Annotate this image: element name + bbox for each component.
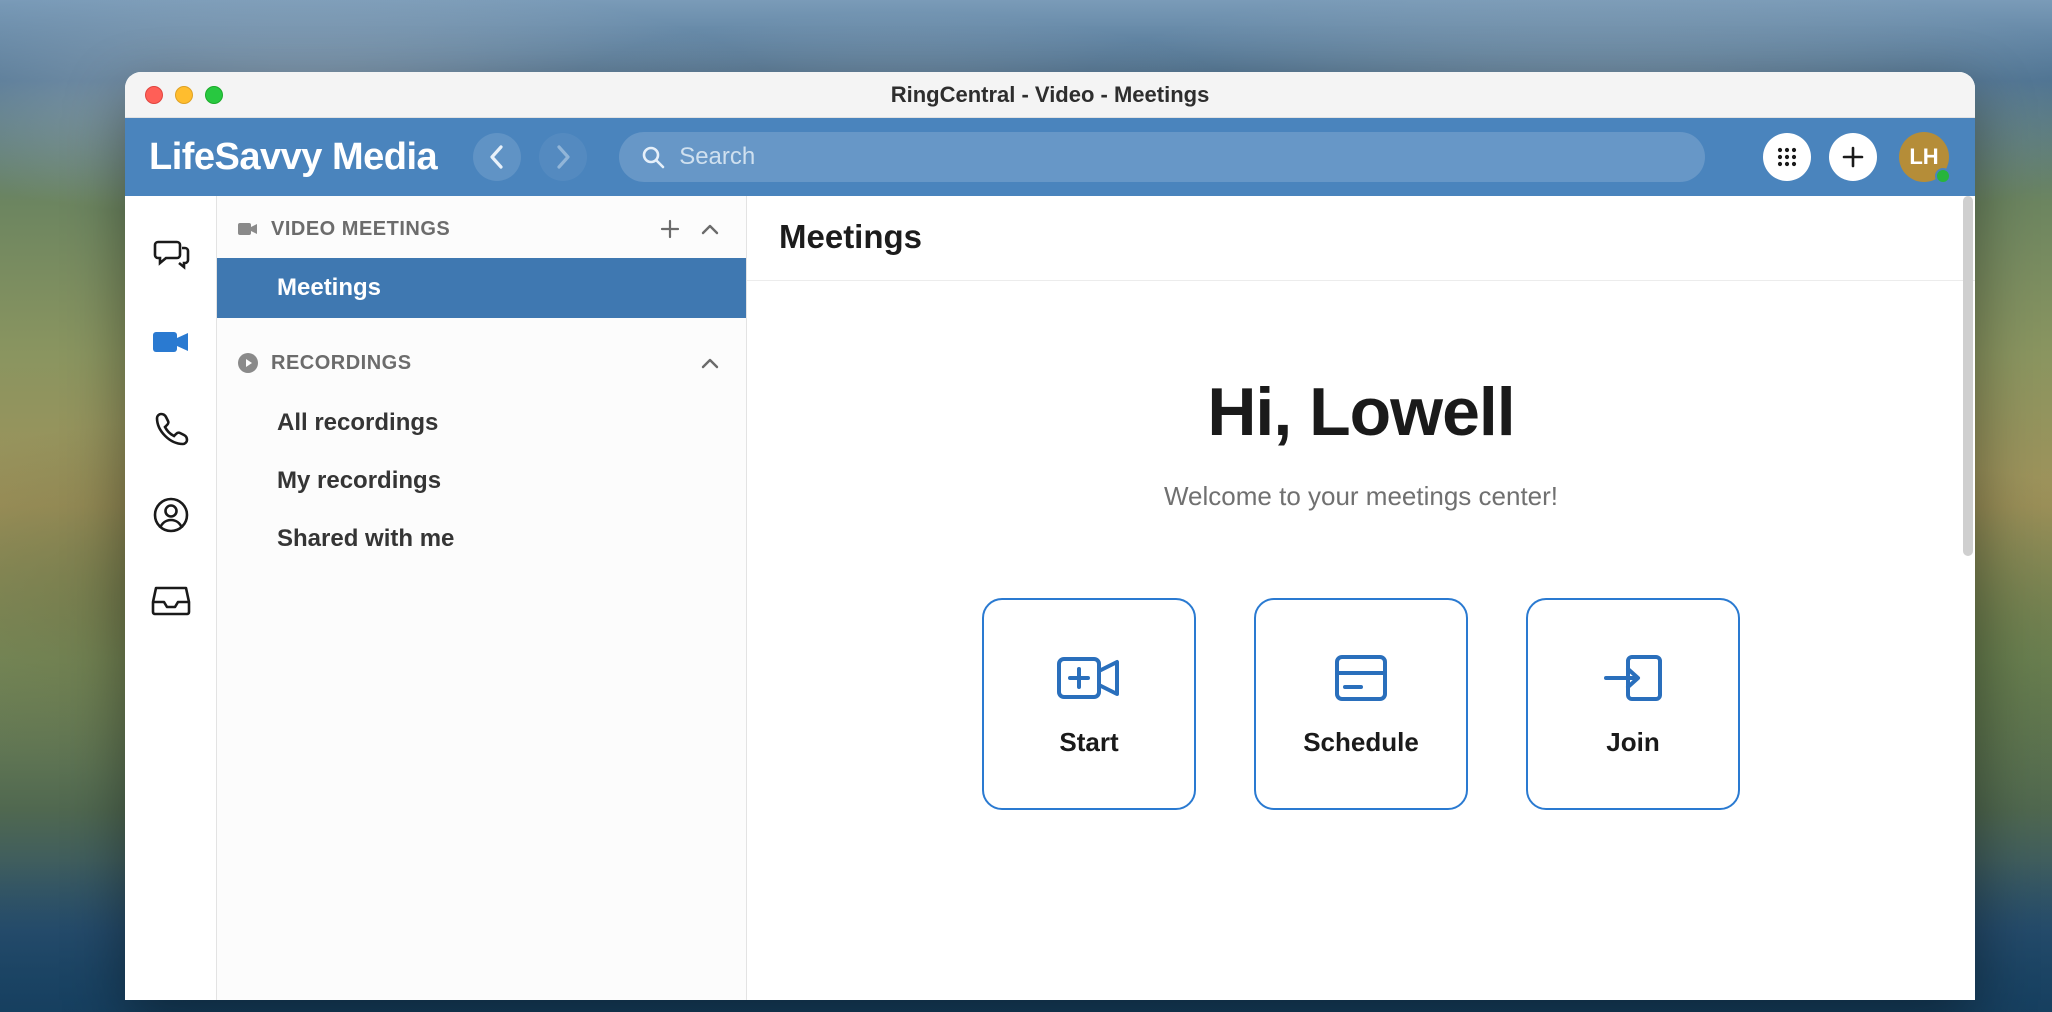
schedule-icon xyxy=(1331,651,1391,705)
window-title: RingCentral - Video - Meetings xyxy=(125,82,1975,108)
add-video-meeting-button[interactable] xyxy=(656,215,684,243)
main-content: Meetings Hi, Lowell Welcome to your meet… xyxy=(747,196,1975,1000)
collapse-video-section-button[interactable] xyxy=(696,218,724,240)
nav-phone[interactable] xyxy=(152,410,190,448)
sidebar-item-label: My recordings xyxy=(277,467,441,495)
page-title: Meetings xyxy=(747,196,1975,281)
video-small-icon xyxy=(237,220,259,238)
nav-contacts[interactable] xyxy=(152,496,190,534)
app-topbar: LifeSavvy Media LH xyxy=(125,118,1975,196)
plus-icon xyxy=(1841,145,1865,169)
nav-video[interactable] xyxy=(150,322,192,362)
side-panel: VIDEO MEETINGS Meetings RECORDINGS xyxy=(217,196,747,1000)
traffic-lights xyxy=(145,86,223,104)
start-video-icon xyxy=(1055,651,1123,705)
person-icon xyxy=(152,496,190,534)
presence-indicator xyxy=(1935,168,1951,184)
sidebar-item-label: Shared with me xyxy=(277,525,454,553)
phone-icon xyxy=(152,410,190,448)
sidebar-item-shared-with-me[interactable]: Shared with me xyxy=(217,510,746,568)
sidebar-item-label: All recordings xyxy=(277,409,438,437)
dialpad-button[interactable] xyxy=(1763,133,1811,181)
meetings-hero: Hi, Lowell Welcome to your meetings cent… xyxy=(747,281,1975,1000)
nav-inbox[interactable] xyxy=(151,582,191,618)
scrollbar-thumb[interactable] xyxy=(1963,196,1973,556)
minimize-window-button[interactable] xyxy=(175,86,193,104)
chevron-left-icon xyxy=(488,144,506,170)
avatar[interactable]: LH xyxy=(1899,132,1949,182)
app-body: VIDEO MEETINGS Meetings RECORDINGS xyxy=(125,196,1975,1000)
start-meeting-button[interactable]: Start xyxy=(982,598,1196,810)
app-window: RingCentral - Video - Meetings LifeSavvy… xyxy=(125,72,1975,1000)
join-label: Join xyxy=(1606,727,1659,758)
nav-forward-button[interactable] xyxy=(539,133,587,181)
window-titlebar: RingCentral - Video - Meetings xyxy=(125,72,1975,118)
nav-rail xyxy=(125,196,217,1000)
schedule-label: Schedule xyxy=(1303,727,1419,758)
play-circle-icon xyxy=(237,352,259,374)
greeting-text: Hi, Lowell xyxy=(1207,373,1514,451)
brand-name: LifeSavvy Media xyxy=(149,136,437,179)
inbox-icon xyxy=(151,582,191,618)
sidebar-item-all-recordings[interactable]: All recordings xyxy=(217,394,746,452)
plus-icon xyxy=(660,219,680,239)
desktop-background: RingCentral - Video - Meetings LifeSavvy… xyxy=(0,0,2052,1012)
sidebar-item-my-recordings[interactable]: My recordings xyxy=(217,452,746,510)
schedule-meeting-button[interactable]: Schedule xyxy=(1254,598,1468,810)
nav-back-button[interactable] xyxy=(473,133,521,181)
join-meeting-button[interactable]: Join xyxy=(1526,598,1740,810)
chevron-up-icon xyxy=(700,356,720,370)
close-window-button[interactable] xyxy=(145,86,163,104)
chevron-up-icon xyxy=(700,222,720,236)
section-video-meetings[interactable]: VIDEO MEETINGS xyxy=(217,206,746,252)
chat-icon xyxy=(151,234,191,274)
fullscreen-window-button[interactable] xyxy=(205,86,223,104)
section-video-label: VIDEO MEETINGS xyxy=(271,218,450,241)
new-action-button[interactable] xyxy=(1829,133,1877,181)
section-recordings-label: RECORDINGS xyxy=(271,352,412,375)
video-icon xyxy=(150,322,192,362)
start-label: Start xyxy=(1059,727,1118,758)
dialpad-icon xyxy=(1775,145,1799,169)
chevron-right-icon xyxy=(554,144,572,170)
search-bar[interactable] xyxy=(619,132,1705,182)
welcome-text: Welcome to your meetings center! xyxy=(1164,481,1558,512)
search-icon xyxy=(641,145,665,169)
sidebar-item-meetings[interactable]: Meetings xyxy=(217,258,746,318)
section-recordings[interactable]: RECORDINGS xyxy=(217,340,746,386)
sidebar-item-label: Meetings xyxy=(277,274,381,302)
nav-messages[interactable] xyxy=(151,234,191,274)
search-input[interactable] xyxy=(679,143,1683,171)
meeting-actions: Start Schedule Join xyxy=(982,598,1740,810)
join-icon xyxy=(1600,651,1666,705)
avatar-initials: LH xyxy=(1909,144,1938,170)
collapse-recordings-section-button[interactable] xyxy=(696,352,724,374)
